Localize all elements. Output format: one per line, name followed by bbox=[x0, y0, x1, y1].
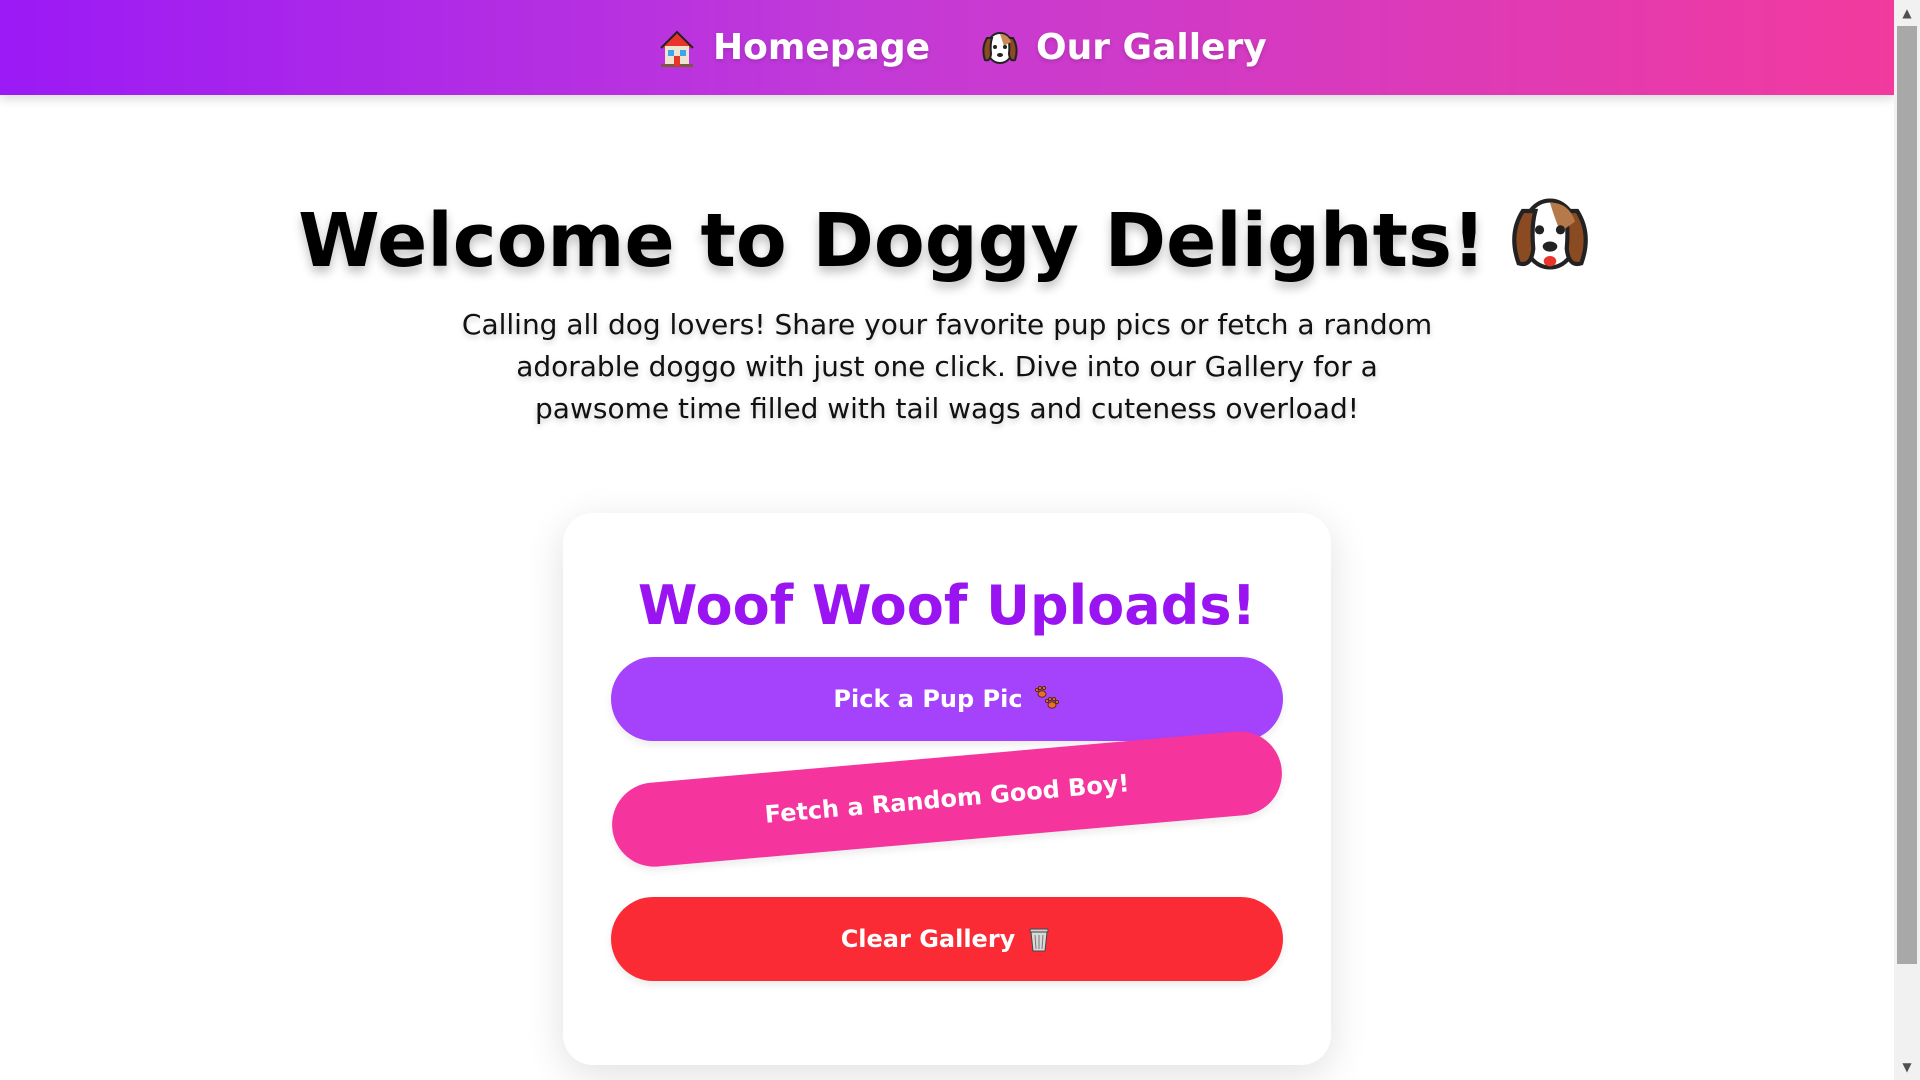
pick-pup-pic-label: Pick a Pup Pic bbox=[833, 685, 1023, 713]
clear-gallery-label: Clear Gallery bbox=[840, 925, 1016, 953]
wastebasket-icon bbox=[1029, 928, 1049, 952]
scrollbar-thumb[interactable] bbox=[1897, 26, 1917, 964]
page-title: Welcome to Doggy Delights! bbox=[0, 188, 1894, 291]
upload-card: Woof Woof Uploads! Pick a Pup Pic Fetch bbox=[563, 513, 1331, 1065]
fetch-random-dog-button[interactable]: Fetch a Random Good Boy! bbox=[608, 727, 1286, 871]
dog-face-icon bbox=[982, 31, 1018, 64]
clear-gallery-button[interactable]: Clear Gallery bbox=[611, 897, 1283, 981]
page-title-text: Welcome to Doggy Delights! bbox=[298, 198, 1486, 284]
hero-description: Calling all dog lovers! Share your favor… bbox=[461, 308, 1433, 425]
scroll-up-arrow-icon[interactable]: ▲ bbox=[1894, 0, 1920, 26]
upload-card-title: Woof Woof Uploads! bbox=[637, 574, 1257, 637]
house-icon bbox=[660, 30, 694, 67]
pick-pup-pic-button[interactable]: Pick a Pup Pic bbox=[611, 657, 1283, 741]
fetch-random-dog-label: Fetch a Random Good Boy! bbox=[763, 769, 1131, 829]
scroll-down-arrow-icon[interactable]: ▼ bbox=[1894, 1054, 1920, 1080]
paw-prints-icon bbox=[1034, 685, 1059, 709]
nav-homepage-link[interactable]: Homepage bbox=[655, 0, 930, 95]
dog-face-icon bbox=[1512, 198, 1588, 270]
nav-gallery-label: Our Gallery bbox=[1036, 27, 1267, 68]
top-nav: Homepage Our Gallery bbox=[0, 0, 1894, 95]
page: Homepage Our Gallery Welcome to Doggy De… bbox=[0, 0, 1894, 1080]
nav-gallery-link[interactable]: Our Gallery bbox=[978, 0, 1267, 95]
nav-homepage-label: Homepage bbox=[713, 27, 931, 68]
vertical-scrollbar[interactable]: ▲ ▼ bbox=[1894, 0, 1920, 1080]
